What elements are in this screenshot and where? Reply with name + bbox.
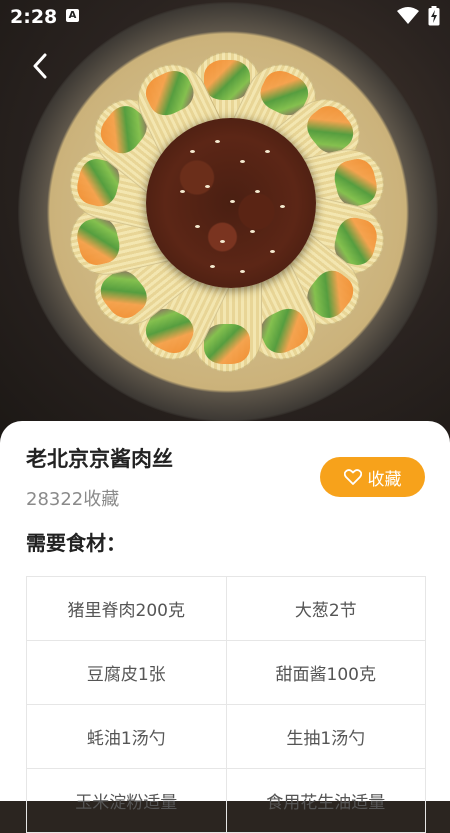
sesame-seed bbox=[230, 200, 235, 203]
sesame-seed bbox=[190, 150, 195, 153]
table-row: 蚝油1汤勺 生抽1汤勺 bbox=[27, 705, 425, 769]
shredded-pork bbox=[146, 118, 316, 288]
table-row: 玉米淀粉适量 食用花生油适量 bbox=[27, 769, 425, 833]
ingredients-heading: 需要食材： bbox=[26, 531, 126, 555]
ingredient-cell: 大葱2节 bbox=[225, 577, 426, 640]
status-bar: 2:28 A bbox=[0, 0, 450, 34]
favorite-button-label: 收藏 bbox=[367, 469, 402, 490]
ingredient-cell: 豆腐皮1张 bbox=[86, 665, 166, 685]
sesame-seed bbox=[195, 225, 200, 228]
sesame-seed bbox=[240, 160, 245, 163]
recipe-hero-image bbox=[0, 0, 450, 440]
sesame-seed bbox=[210, 265, 215, 268]
ingredients-table: 猪里脊肉200克 大葱2节 豆腐皮1张 甜面酱100克 蚝油1汤勺 生抽1汤勺 … bbox=[26, 576, 426, 833]
sesame-seed bbox=[220, 240, 225, 243]
recipe-detail-card: 老北京京酱肉丝 28322收藏 收藏 需要食材： 猪里脊肉200克 大葱2节 豆… bbox=[0, 421, 450, 833]
sesame-seed bbox=[255, 190, 260, 193]
back-button[interactable] bbox=[22, 48, 58, 84]
sesame-seed bbox=[270, 250, 275, 253]
favorites-count: 28322收藏 bbox=[26, 489, 120, 510]
ingredient-cell: 蚝油1汤勺 bbox=[86, 729, 166, 749]
sesame-seed bbox=[180, 190, 185, 193]
battery-icon bbox=[428, 6, 440, 26]
ingredient-cell: 食用花生油适量 bbox=[225, 769, 426, 832]
wifi-icon bbox=[397, 7, 419, 24]
heart-icon bbox=[343, 469, 362, 485]
status-time: 2:28 bbox=[10, 6, 58, 28]
recipe-title: 老北京京酱肉丝 bbox=[26, 447, 173, 471]
sesame-seed bbox=[240, 270, 245, 273]
ingredient-cell: 玉米淀粉适量 bbox=[75, 793, 178, 813]
sesame-seed bbox=[250, 230, 255, 233]
sesame-seed bbox=[215, 140, 220, 143]
favorite-button[interactable]: 收藏 bbox=[320, 457, 425, 497]
sesame-seed bbox=[205, 185, 210, 188]
sesame-seed bbox=[280, 205, 285, 208]
chevron-left-icon bbox=[33, 53, 47, 79]
ingredient-cell: 生抽1汤勺 bbox=[225, 705, 426, 768]
notification-icon: A bbox=[66, 9, 79, 22]
table-row: 猪里脊肉200克 大葱2节 bbox=[27, 577, 425, 641]
ingredient-cell: 猪里脊肉200克 bbox=[67, 601, 185, 621]
table-row: 豆腐皮1张 甜面酱100克 bbox=[27, 641, 425, 705]
sesame-seed bbox=[265, 150, 270, 153]
ingredient-cell: 甜面酱100克 bbox=[225, 641, 426, 704]
